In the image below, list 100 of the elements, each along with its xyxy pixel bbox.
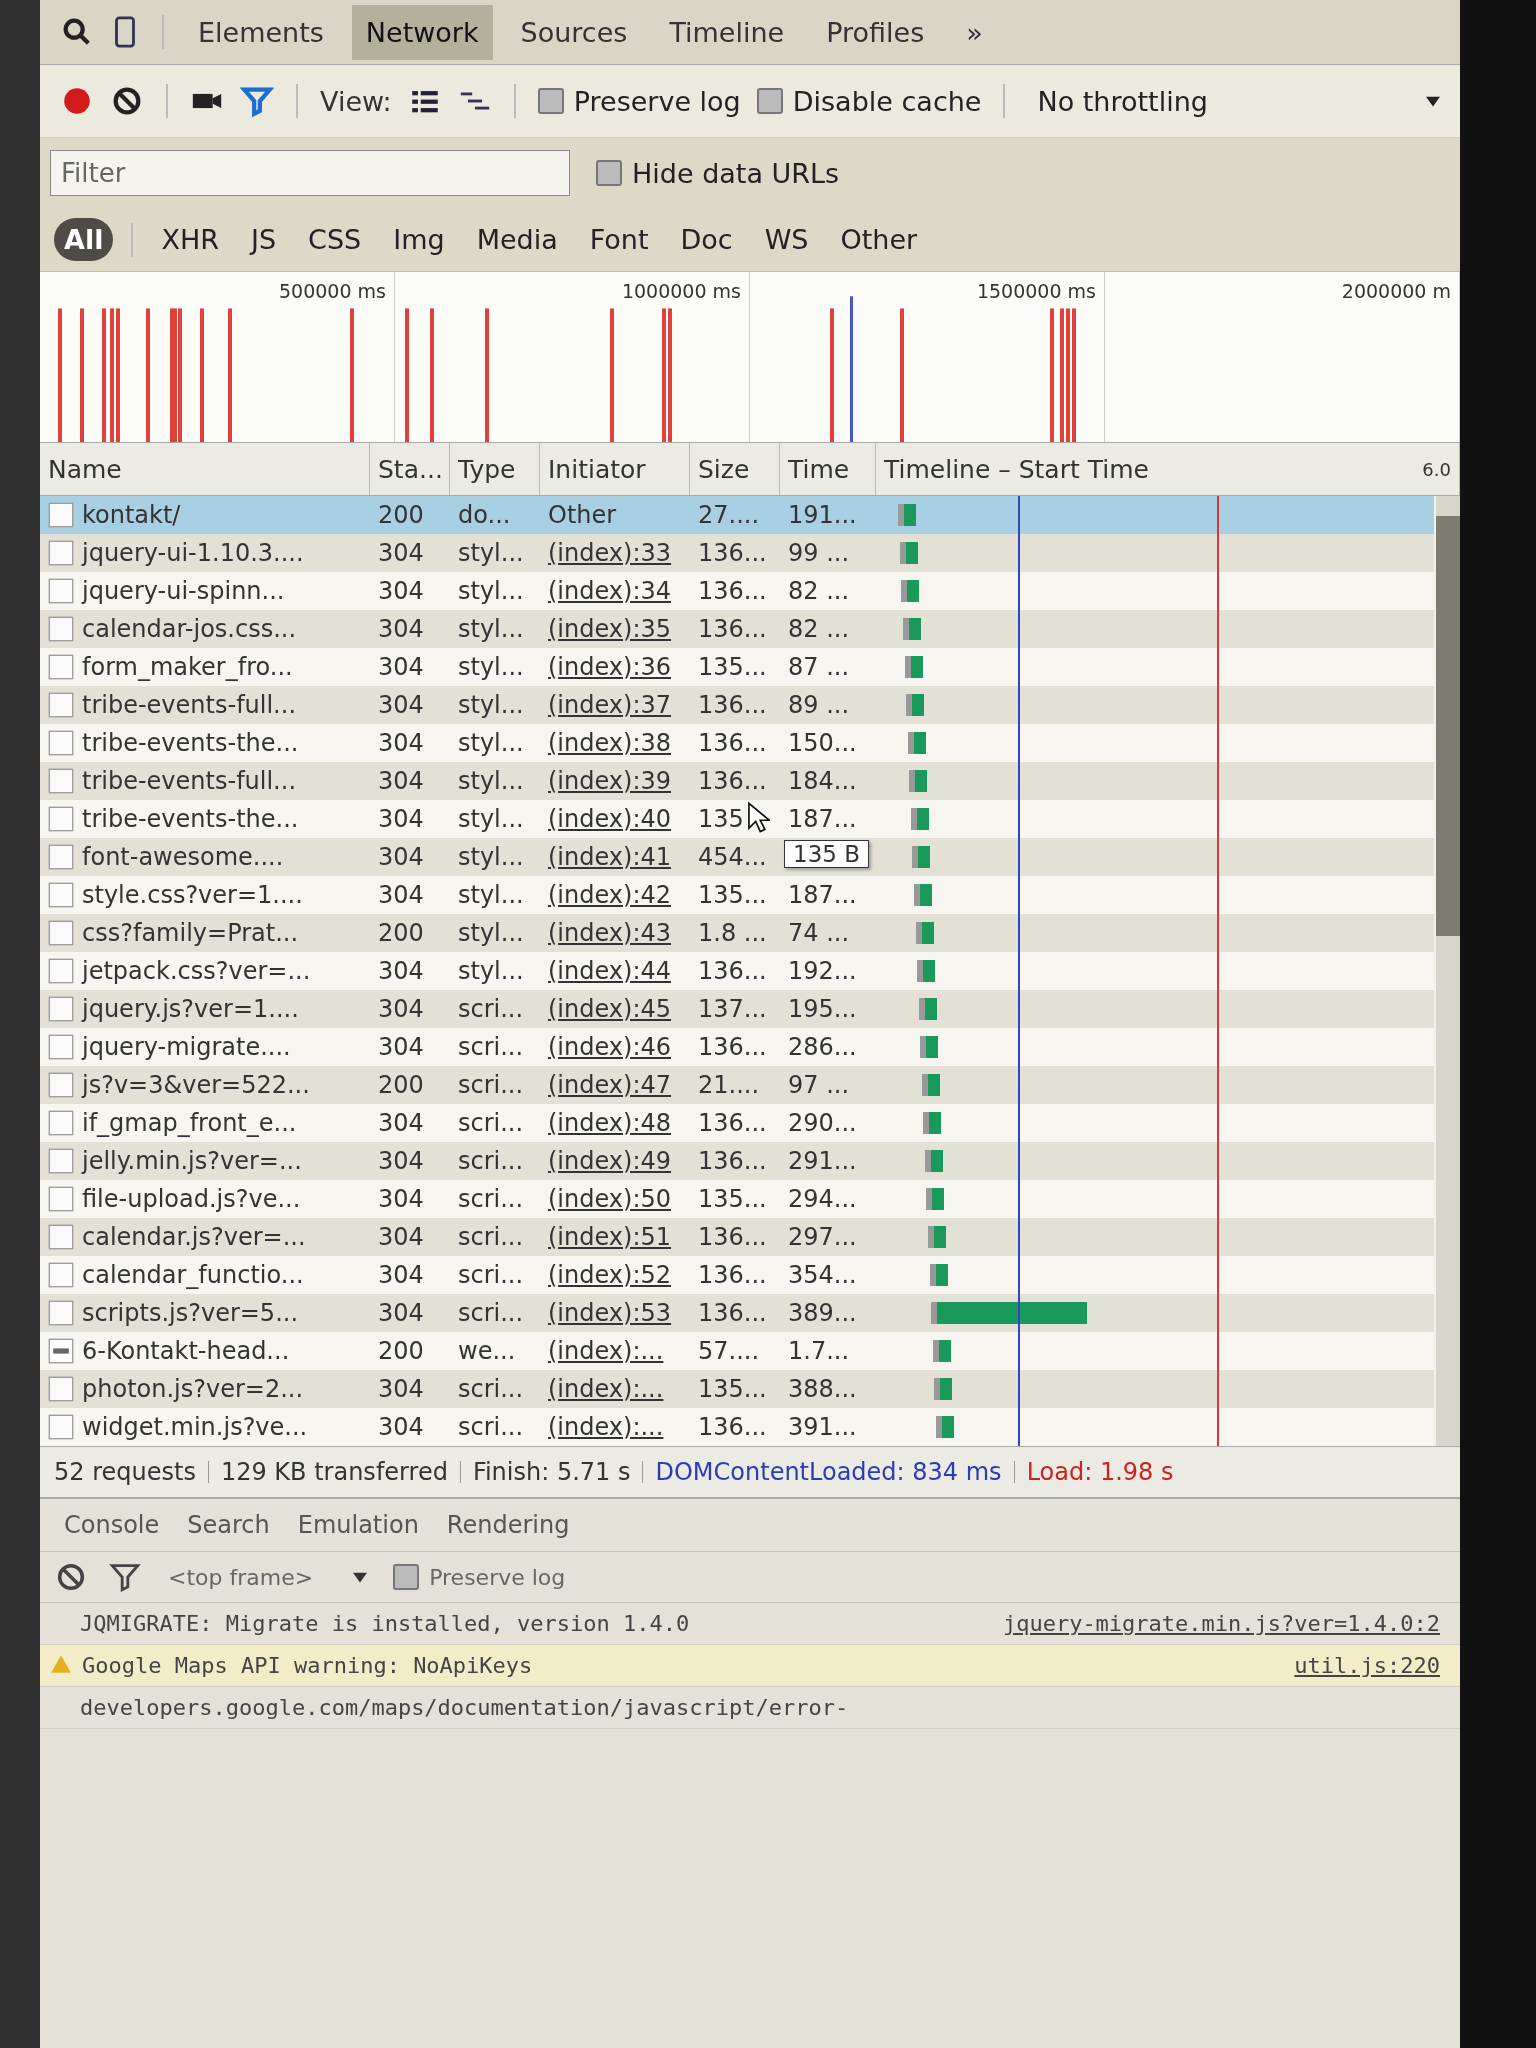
column-header[interactable]: Sta...	[378, 454, 443, 484]
initiator-link[interactable]: (index):34	[548, 577, 671, 605]
initiator-link[interactable]: (index):33	[548, 539, 671, 567]
request-row[interactable]: kontakt/ 200 do... Other 27.... 191...	[40, 496, 1434, 534]
initiator-link[interactable]: (index):...	[548, 1413, 664, 1441]
initiator-link[interactable]: (index):36	[548, 653, 671, 681]
request-row[interactable]: tribe-events-full... 304 styl... (index):39 136... 184...	[40, 762, 1434, 800]
size-cell: 135...	[698, 1185, 767, 1213]
request-row[interactable]: tribe-events-full... 304 styl... (index):37 136... 89 ...	[40, 686, 1434, 724]
drawer-tab[interactable]: Console	[54, 1505, 170, 1545]
initiator-link[interactable]: (index):37	[548, 691, 671, 719]
column-header[interactable]: Name	[48, 454, 122, 484]
initiator-link[interactable]: (index):48	[548, 1109, 671, 1137]
initiator-link[interactable]: (index):44	[548, 957, 671, 985]
panel-tab[interactable]: Sources	[506, 4, 642, 60]
request-row[interactable]: jquery.js?ver=1.... 304 scri... (index):45 137... 195...	[40, 990, 1434, 1028]
type-filter[interactable]: Font	[579, 218, 659, 261]
request-row[interactable]: jquery-migrate.... 304 scri... (index):46 136... 286...	[40, 1028, 1434, 1066]
source-link[interactable]: util.js:220	[1294, 1653, 1440, 1678]
initiator-link[interactable]: (index):53	[548, 1299, 671, 1327]
size-cell: 136...	[698, 1223, 767, 1251]
initiator-link[interactable]: (index):...	[548, 1375, 664, 1403]
context-dropdown[interactable]: <top frame>	[162, 1563, 374, 1591]
throttling-dropdown[interactable]: No throttling	[1027, 85, 1440, 117]
status-cell: 200	[378, 919, 424, 947]
request-row[interactable]: jquery-ui-1.10.3.... 304 styl... (index):33 136... 99 ...	[40, 534, 1434, 572]
request-row[interactable]: calendar-jos.css... 304 styl... (index):35 136... 82 ...	[40, 610, 1434, 648]
scrollbar[interactable]	[1436, 496, 1460, 1446]
request-row[interactable]: if_gmap_front_e... 304 scri... (index):48 136... 290...	[40, 1104, 1434, 1142]
initiator-link[interactable]: (index):45	[548, 995, 671, 1023]
time-cell: 388...	[788, 1375, 857, 1403]
preserve-log-checkbox[interactable]: Preserve log	[537, 85, 741, 117]
request-row[interactable]: css?family=Prat... 200 styl... (index):43 1.8 ... 74 ...	[40, 914, 1434, 952]
request-row[interactable]: 6-Kontakt-head... 200 we... (index):... 57.... 1.7...	[40, 1332, 1434, 1370]
drawer-tab[interactable]: Emulation	[287, 1505, 429, 1545]
request-row[interactable]: scripts.js?ver=5... 304 scri... (index):53 136... 389...	[40, 1294, 1434, 1332]
column-header[interactable]: Time	[788, 454, 850, 484]
type-filter[interactable]: Media	[466, 218, 568, 261]
request-row[interactable]: photon.js?ver=2... 304 scri... (index):... 135... 388...	[40, 1370, 1434, 1408]
size-cell: 135...	[698, 653, 767, 681]
initiator-link[interactable]: (index):52	[548, 1261, 671, 1289]
request-row[interactable]: js?v=3&ver=522... 200 scri... (index):47 21.... 97 ...	[40, 1066, 1434, 1104]
initiator-link[interactable]: (index):46	[548, 1033, 671, 1061]
initiator-link[interactable]: (index):41	[548, 843, 671, 871]
request-row[interactable]: file-upload.js?ve... 304 scri... (index):50 135... 294...	[40, 1180, 1434, 1218]
preserve-log-checkbox[interactable]: Preserve log	[393, 1564, 566, 1590]
caret-icon	[353, 1570, 368, 1584]
column-header[interactable]: Initiator	[548, 454, 646, 484]
initiator-link[interactable]: (index):38	[548, 729, 671, 757]
type-filter[interactable]: All	[54, 218, 114, 261]
initiator-link[interactable]: (index):43	[548, 919, 671, 947]
type-filter[interactable]: Other	[830, 218, 928, 261]
panel-tab[interactable]: Timeline	[655, 4, 799, 60]
request-row[interactable]: calendar_functio... 304 scri... (index):52 136... 354...	[40, 1256, 1434, 1294]
request-name: style.css?ver=1....	[82, 881, 303, 909]
request-name: jetpack.css?ver=...	[82, 957, 311, 985]
request-row[interactable]: font-awesome.... 304 styl... (index):41 454... 135 B	[40, 838, 1434, 876]
request-row[interactable]: jetpack.css?ver=... 304 styl... (index):44 136... 192...	[40, 952, 1434, 990]
initiator-link[interactable]: (index):...	[548, 1337, 664, 1365]
filter-field[interactable]: Filter	[50, 150, 570, 196]
panel-tab[interactable]: Elements	[184, 4, 338, 60]
overview-timeline[interactable]: 500000 ms 1000000 ms 1500000 ms 2000000 m	[40, 271, 1460, 442]
type-filter[interactable]: Img	[383, 218, 455, 261]
request-row[interactable]: jquery-ui-spinn... 304 styl... (index):34 136... 82 ...	[40, 572, 1434, 610]
initiator-link[interactable]: (index):47	[548, 1071, 671, 1099]
column-header[interactable]: Type	[458, 454, 516, 484]
hide-data-urls-checkbox[interactable]: Hide data URLs	[596, 157, 840, 189]
initiator-link[interactable]: (index):50	[548, 1185, 671, 1213]
request-row[interactable]: widget.min.js?ve... 304 scri... (index):... 136... 391...	[40, 1408, 1434, 1446]
more-tabs-button[interactable]: »	[952, 4, 997, 60]
summary-text: Load: 1.98 s	[1026, 1458, 1174, 1486]
initiator-link[interactable]: (index):42	[548, 881, 671, 909]
type-cell: styl...	[458, 767, 524, 795]
initiator-link[interactable]: (index):49	[548, 1147, 671, 1175]
panel-tab[interactable]: Profiles	[812, 4, 939, 60]
column-header[interactable]: Size	[698, 454, 750, 484]
type-filter[interactable]: CSS	[298, 218, 372, 261]
status-cell: 304	[378, 577, 424, 605]
initiator-link[interactable]: (index):51	[548, 1223, 671, 1251]
type-filter[interactable]: Doc	[670, 218, 743, 261]
request-row[interactable]: calendar.js?ver=... 304 scri... (index):51 136... 297...	[40, 1218, 1434, 1256]
status-cell: 304	[378, 1413, 424, 1441]
column-header[interactable]: Timeline – Start Time	[884, 454, 1149, 484]
request-row[interactable]: tribe-events-the... 304 styl... (index):40 135 187...	[40, 800, 1434, 838]
source-link[interactable]: jquery-migrate.min.js?ver=1.4.0:2	[1002, 1611, 1440, 1636]
type-filter[interactable]: WS	[754, 218, 819, 261]
disable-cache-checkbox[interactable]: Disable cache	[756, 85, 982, 117]
type-filter[interactable]: XHR	[151, 218, 229, 261]
drawer-tab[interactable]: Rendering	[436, 1505, 580, 1545]
initiator-link[interactable]: (index):39	[548, 767, 671, 795]
request-row[interactable]: jelly.min.js?ver=... 304 scri... (index):49 136... 291...	[40, 1142, 1434, 1180]
request-row[interactable]: tribe-events-the... 304 styl... (index):38 136... 150...	[40, 724, 1434, 762]
initiator-link[interactable]: (index):40	[548, 805, 671, 833]
request-row[interactable]: style.css?ver=1.... 304 styl... (index):42 135... 187...	[40, 876, 1434, 914]
request-row[interactable]: form_maker_fro... 304 styl... (index):36 135... 87 ...	[40, 648, 1434, 686]
initiator-link[interactable]: (index):35	[548, 615, 671, 643]
size-cell: 57....	[698, 1337, 760, 1365]
panel-tab[interactable]: Network	[351, 4, 493, 60]
type-filter[interactable]: JS	[240, 218, 287, 261]
drawer-tab[interactable]: Search	[177, 1505, 280, 1545]
